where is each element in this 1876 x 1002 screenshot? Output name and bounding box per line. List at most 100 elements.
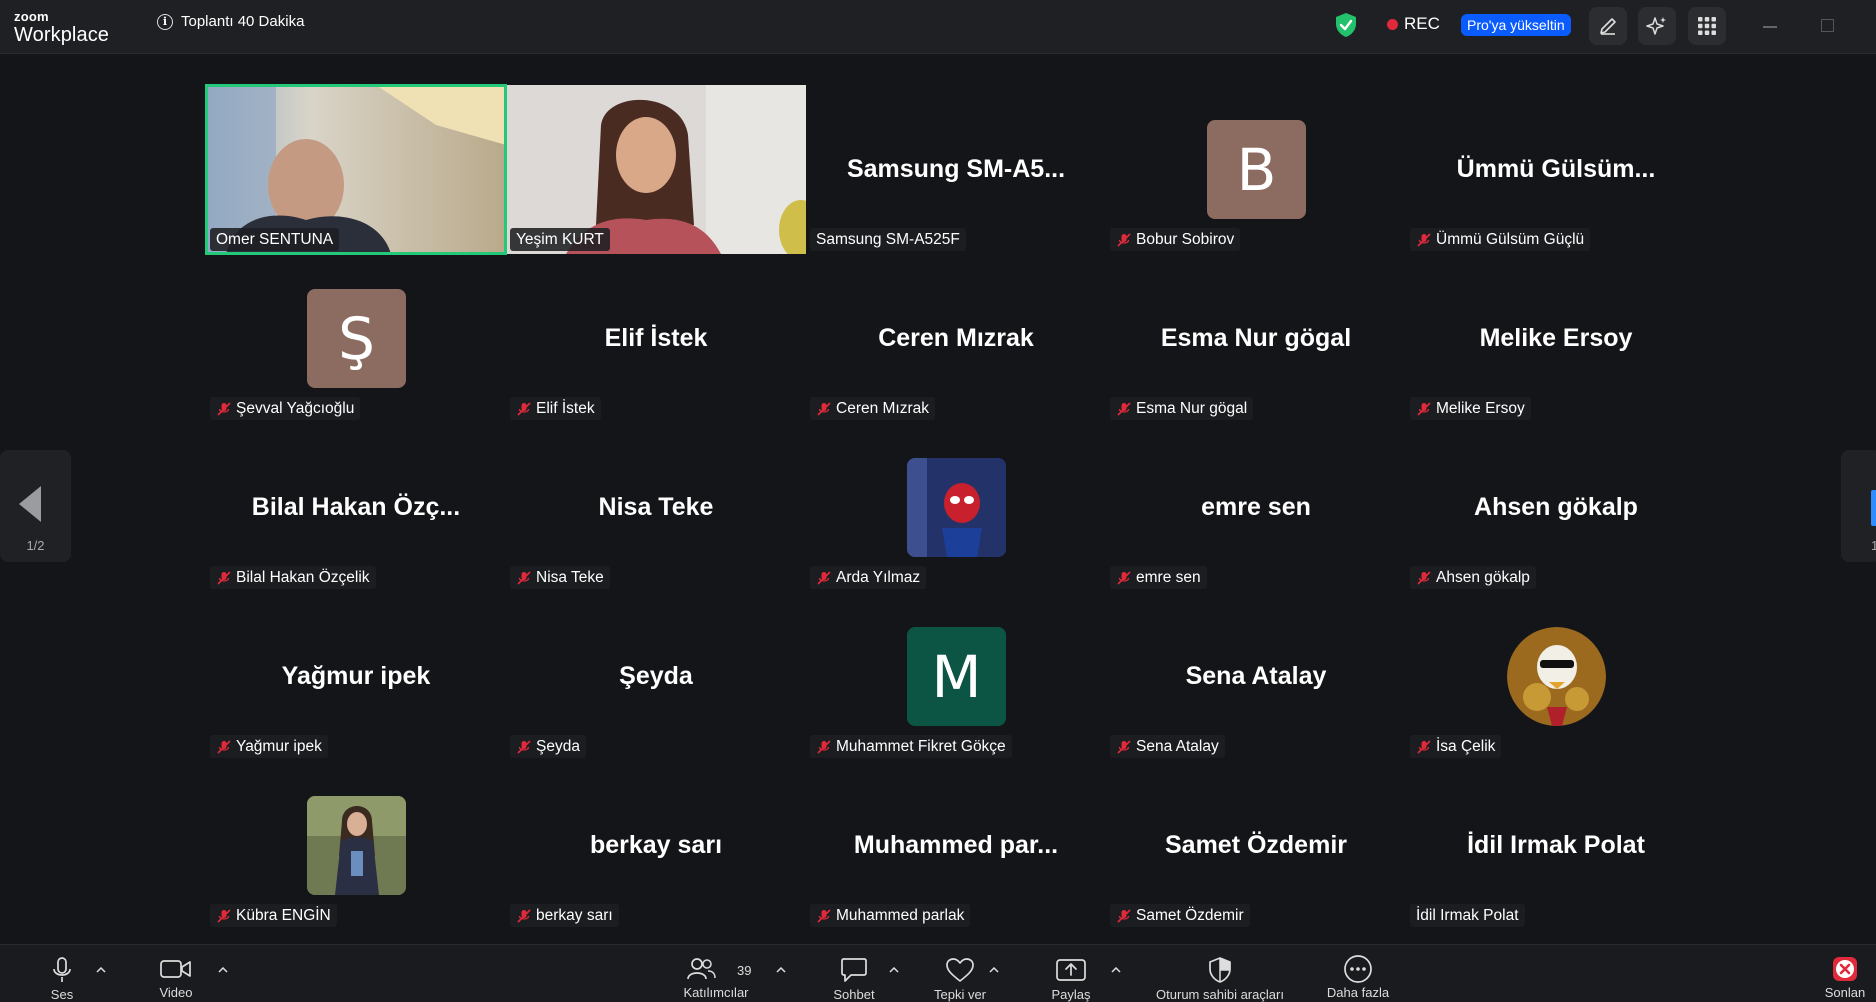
share-label: Paylaş [1051, 987, 1091, 1002]
encryption-shield-icon[interactable] [1334, 12, 1358, 38]
participant-tile[interactable]: Esma Nur gögal Esma Nur gögal [1106, 254, 1406, 423]
participant-name: Ahsen gökalp [1436, 568, 1530, 586]
participant-name-tag: İdil Irmak Polat [1410, 904, 1525, 927]
participant-name-tag: Bobur Sobirov [1110, 228, 1241, 251]
participant-tile[interactable]: Elif İstek Elif İstek [506, 254, 806, 423]
info-icon[interactable]: i [157, 13, 173, 30]
audio-label: Ses [50, 987, 74, 1002]
react-options-caret-icon[interactable] [989, 967, 999, 973]
participant-name-tag: Yağmur ipek [210, 735, 328, 758]
participant-name: Arda Yılmaz [836, 568, 921, 586]
participant-name: Esma Nur gögal [1136, 399, 1248, 417]
participant-tile[interactable]: İdil Irmak Polat İdil Irmak Polat [1406, 761, 1706, 930]
audio-button[interactable]: Ses [44, 945, 80, 1002]
meeting-info[interactable]: i Toplantı 40 Dakika [157, 13, 304, 30]
participant-tile[interactable]: Sena Atalay Sena Atalay [1106, 592, 1406, 761]
participant-name: Melike Ersoy [1436, 399, 1525, 417]
participant-tile[interactable]: Yağmur ipek Yağmur ipek [206, 592, 506, 761]
participant-tile[interactable]: Nisa Teke Nisa Teke [506, 423, 806, 592]
participant-tile[interactable]: berkay sarı berkay sarı [506, 761, 806, 930]
participant-name: Şeyda [536, 737, 580, 755]
minimize-window-button[interactable] [1763, 26, 1777, 28]
chat-button[interactable]: Sohbet [826, 945, 882, 1002]
muted-mic-icon [1117, 232, 1131, 247]
participant-name: Yağmur ipek [236, 737, 322, 755]
participant-name: Elif İstek [536, 399, 595, 417]
cartoon-duck-avatar-icon [1507, 627, 1606, 726]
more-button[interactable]: Daha fazla [1318, 945, 1398, 1002]
muted-mic-icon [817, 570, 831, 585]
participant-name: Yeşim KURT [516, 230, 604, 248]
muted-mic-icon [817, 739, 831, 754]
rec-dot-icon [1387, 18, 1398, 30]
participant-name-tag: İsa Çelik [1410, 735, 1502, 758]
apps-button[interactable] [1688, 7, 1726, 45]
host-tools-label: Oturum sahibi araçları [1156, 987, 1284, 1002]
next-page-button[interactable]: 1 [1841, 450, 1876, 562]
heart-icon [946, 958, 974, 982]
recording-indicator[interactable]: REC [1387, 14, 1440, 34]
restore-window-button[interactable] [1821, 19, 1834, 32]
participant-avatar: Ş [307, 289, 406, 388]
participant-tile[interactable]: Muhammed par... Muhammed parlak [806, 761, 1106, 930]
participant-tile[interactable]: İsa Çelik [1406, 592, 1706, 761]
share-options-caret-icon[interactable] [1111, 967, 1121, 973]
participant-name: Samet Özdemir [1136, 906, 1244, 924]
muted-mic-icon [1117, 908, 1131, 923]
upgrade-pro-button[interactable]: Pro'ya yükseltin [1461, 14, 1571, 36]
audio-options-caret-icon[interactable] [96, 967, 106, 973]
participant-name-tag: Arda Yılmaz [810, 566, 927, 589]
participant-tile[interactable]: B Bobur Sobirov [1106, 85, 1406, 254]
participant-tile[interactable]: Samet Özdemir Samet Özdemir [1106, 761, 1406, 930]
participant-tile[interactable]: Yeşim KURT [506, 85, 806, 254]
microphone-icon [53, 957, 71, 982]
muted-mic-icon [1417, 570, 1431, 585]
participant-tile[interactable]: Melike Ersoy Melike Ersoy [1406, 254, 1706, 423]
right-arrow-icon [1871, 490, 1876, 526]
end-meeting-button[interactable]: Sonlan [1818, 945, 1872, 1002]
participant-tile[interactable]: Omer SENTUNA [205, 84, 507, 255]
participant-name-tag: Ümmü Gülsüm Güçlü [1410, 228, 1591, 251]
participant-name-tag: emre sen [1110, 566, 1207, 589]
title-bar: zoom Workplace i Toplantı 40 Dakika REC … [0, 0, 1876, 54]
annotate-button[interactable] [1589, 7, 1627, 45]
chat-options-caret-icon[interactable] [889, 967, 899, 973]
participant-name: Nisa Teke [536, 568, 604, 586]
participant-tile[interactable]: emre sen emre sen [1106, 423, 1406, 592]
participant-name: berkay sarı [536, 906, 613, 924]
participant-name: İdil Irmak Polat [1416, 906, 1519, 924]
participant-tile[interactable]: Arda Yılmaz [806, 423, 1106, 592]
participant-tile[interactable]: Şeyda Şeyda [506, 592, 806, 761]
video-button[interactable]: Video [156, 945, 196, 1002]
host-tools-button[interactable]: Oturum sahibi araçları [1142, 945, 1298, 1002]
participant-tile[interactable]: Kübra ENGİN [206, 761, 506, 930]
participant-name-tag: Samet Özdemir [1110, 904, 1250, 927]
person-photo-avatar-icon [307, 796, 406, 895]
muted-mic-icon [217, 739, 231, 754]
muted-mic-icon [517, 401, 531, 416]
zoom-workplace-logo: zoom Workplace [14, 10, 109, 45]
participant-name-tag: Şeyda [510, 735, 586, 758]
participant-tile[interactable]: Samsung SM-A5... Samsung SM-A525F [806, 85, 1106, 254]
participant-tile[interactable]: Ceren Mızrak Ceren Mızrak [806, 254, 1106, 423]
ai-companion-button[interactable] [1638, 7, 1676, 45]
muted-mic-icon [817, 908, 831, 923]
share-button[interactable]: Paylaş [1046, 945, 1096, 1002]
security-shield-icon [1209, 957, 1231, 983]
participant-name-tag: Ahsen gökalp [1410, 566, 1536, 589]
participant-name: Bilal Hakan Özçelik [236, 568, 370, 586]
participant-tile[interactable]: Ş Şevval Yağcıoğlu [206, 254, 506, 423]
participant-tile[interactable]: Ahsen gökalp Ahsen gökalp [1406, 423, 1706, 592]
previous-page-button[interactable]: 1/2 [0, 450, 71, 562]
participants-options-caret-icon[interactable] [776, 967, 786, 973]
participant-tile[interactable]: M Muhammet Fikret Gökçe [806, 592, 1106, 761]
react-label: Tepki ver [933, 987, 987, 1002]
meeting-controls-bar: Ses Video Katılımcılar 39 Sohbet Tepki v… [0, 944, 1876, 1002]
react-button[interactable]: Tepki ver [926, 945, 994, 1002]
muted-mic-icon [217, 401, 231, 416]
participant-tile[interactable]: Ümmü Gülsüm... Ümmü Gülsüm Güçlü [1406, 85, 1706, 254]
video-options-caret-icon[interactable] [218, 967, 228, 973]
participant-tile[interactable]: Bilal Hakan Özç... Bilal Hakan Özçelik [206, 423, 506, 592]
participant-name-tag: Sena Atalay [1110, 735, 1225, 758]
ai-sparkle-icon [1646, 17, 1666, 35]
